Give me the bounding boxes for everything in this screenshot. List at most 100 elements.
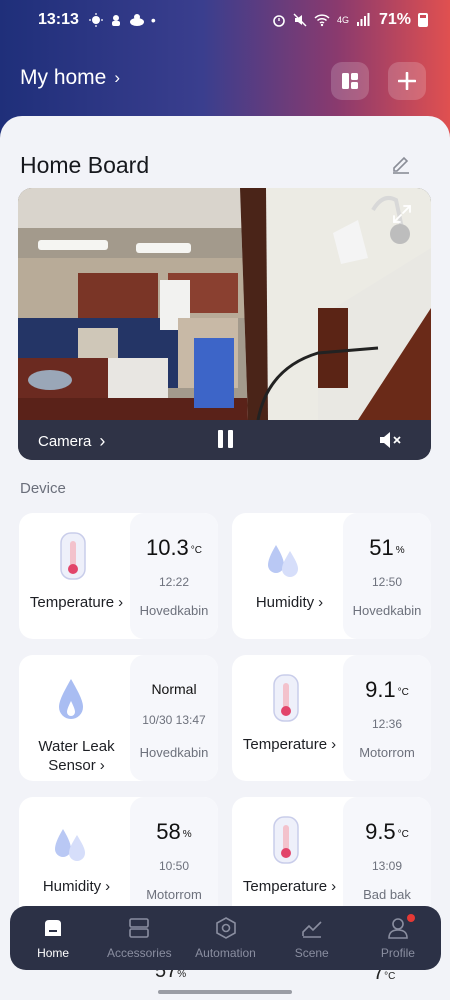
wifi-icon — [314, 14, 330, 27]
profile-icon — [388, 918, 408, 939]
device-location: Hovedkabin — [139, 745, 209, 760]
camera-label: Camera — [38, 433, 92, 450]
accessories-icon — [129, 918, 150, 938]
device-name: Temperature › — [242, 878, 337, 895]
device-time: 12:50 — [371, 575, 403, 589]
camera-widget[interactable]: Camera › — [18, 188, 431, 460]
device-time: 12:22 — [158, 575, 190, 589]
nav-label: Scene — [294, 946, 329, 960]
device-card-temperature-motorrom[interactable]: Temperature › 9.1 °C 12:36 Motorrom — [232, 655, 431, 781]
device-name: Humidity › — [42, 878, 111, 895]
camera-link[interactable]: Camera › — [38, 431, 105, 452]
device-card-temperature-bad-bak[interactable]: Temperature › 9.5 °C 13:09 Bad bak — [232, 797, 431, 923]
device-location: Motorrom — [359, 745, 415, 760]
home-selector[interactable]: My home › — [20, 66, 120, 90]
device-time: 12:36 — [371, 717, 403, 731]
thermometer-icon — [273, 816, 299, 864]
device-card-humidity-hovedkabin[interactable]: Humidity › 51% 12:50 Hovedkabin — [232, 513, 431, 639]
pause-button[interactable] — [218, 430, 234, 448]
chevron-right-icon: › — [331, 878, 337, 895]
chevron-right-icon: › — [99, 757, 105, 774]
chevron-right-icon: › — [99, 431, 106, 451]
battery-percent: 71% — [378, 11, 411, 28]
device-name: Humidity › — [255, 594, 324, 611]
nav-automation[interactable]: Automation — [182, 906, 268, 970]
device-location: Hovedkabin — [139, 603, 209, 618]
more-notifications-dot: • — [150, 12, 156, 28]
device-name: Temperature › — [29, 594, 124, 611]
nav-label: Profile — [380, 946, 415, 960]
chevron-right-icon: › — [105, 878, 111, 895]
device-card-humidity-motorrom[interactable]: Humidity › 58% 10:50 Motorrom — [19, 797, 218, 923]
home-indicator — [158, 990, 292, 994]
edit-icon[interactable] — [390, 152, 412, 174]
plus-icon — [398, 72, 416, 90]
notification-dot — [406, 914, 415, 922]
device-section-label: Device — [20, 480, 66, 497]
fullscreen-icon[interactable] — [390, 202, 414, 226]
network-type: 4G — [336, 15, 349, 25]
chevron-right-icon: › — [331, 736, 337, 753]
pause-icon — [218, 430, 223, 448]
device-value: 10.3 °C — [145, 535, 203, 560]
thermometer-icon — [60, 532, 86, 580]
device-name: Water Leak Sensor › — [38, 738, 115, 774]
device-time: 10:50 — [158, 859, 190, 873]
app-notification-icon — [129, 14, 144, 26]
nav-label: Automation — [195, 946, 256, 960]
add-button[interactable] — [388, 62, 426, 100]
device-card-water-leak[interactable]: Water Leak Sensor › Normal 10/30 13:47 Ho… — [19, 655, 218, 781]
device-time: 10/30 13:47 — [142, 713, 206, 727]
device-name: Temperature › — [242, 736, 337, 753]
sun-icon — [88, 13, 103, 27]
chevron-right-icon: › — [318, 594, 324, 611]
device-value: 51% — [369, 535, 405, 560]
device-info: 9.5 °C 13:09 Bad bak — [343, 797, 431, 923]
camera-controls-bar: Camera › — [18, 420, 431, 460]
device-info: Normal 10/30 13:47 Hovedkabin — [130, 655, 218, 781]
device-value: Normal — [151, 681, 197, 697]
humidity-icon — [268, 545, 298, 577]
nav-accessories[interactable]: Accessories — [96, 906, 182, 970]
dashboard-icon — [342, 73, 358, 89]
signal-icon — [356, 13, 370, 26]
device-time: 13:09 — [371, 859, 403, 873]
device-value: 9.5 °C — [365, 819, 409, 844]
device-value: 9.1 °C — [365, 677, 409, 702]
status-bar: 13:13 • 4G 71% — [0, 0, 450, 40]
alarm-icon — [273, 15, 285, 27]
app-header: My home › — [0, 58, 450, 102]
mute-status-icon — [293, 13, 307, 27]
chevron-right-icon: › — [114, 68, 121, 87]
water-drop-icon — [59, 679, 83, 719]
app-notification-icon — [111, 15, 120, 26]
nav-label: Accessories — [106, 946, 172, 960]
mute-button[interactable] — [378, 429, 404, 451]
home-icon — [45, 920, 62, 936]
humidity-icon — [55, 829, 85, 861]
device-location: Bad bak — [363, 887, 411, 902]
nav-home[interactable]: Home — [10, 906, 96, 970]
device-location: Motorrom — [146, 887, 202, 902]
status-time: 13:13 — [38, 11, 79, 28]
home-name: My home — [20, 66, 107, 89]
device-card-temperature-hovedkabin[interactable]: Temperature › 10.3 °C 12:22 Hovedkabin — [19, 513, 218, 639]
device-location: Hovedkabin — [352, 603, 422, 618]
camera-feed[interactable] — [18, 188, 431, 420]
battery-icon — [418, 13, 428, 27]
automation-icon — [215, 917, 236, 939]
nav-label: Home — [37, 946, 70, 960]
thermometer-icon — [273, 674, 299, 722]
scene-icon — [301, 921, 322, 938]
chevron-right-icon: › — [118, 594, 124, 611]
device-info: 9.1 °C 12:36 Motorrom — [343, 655, 431, 781]
nav-scene[interactable]: Scene — [269, 906, 355, 970]
device-info: 58% 10:50 Motorrom — [130, 797, 218, 923]
nav-profile[interactable]: Profile — [355, 906, 441, 970]
device-value: 58% — [156, 819, 192, 844]
page-title: Home Board — [20, 152, 150, 178]
bottom-nav: Home Accessories Automation Scene Profil… — [10, 906, 441, 970]
device-info: 10.3 °C 12:22 Hovedkabin — [130, 513, 218, 639]
device-info: 51% 12:50 Hovedkabin — [343, 513, 431, 639]
dashboard-button[interactable] — [331, 62, 369, 100]
